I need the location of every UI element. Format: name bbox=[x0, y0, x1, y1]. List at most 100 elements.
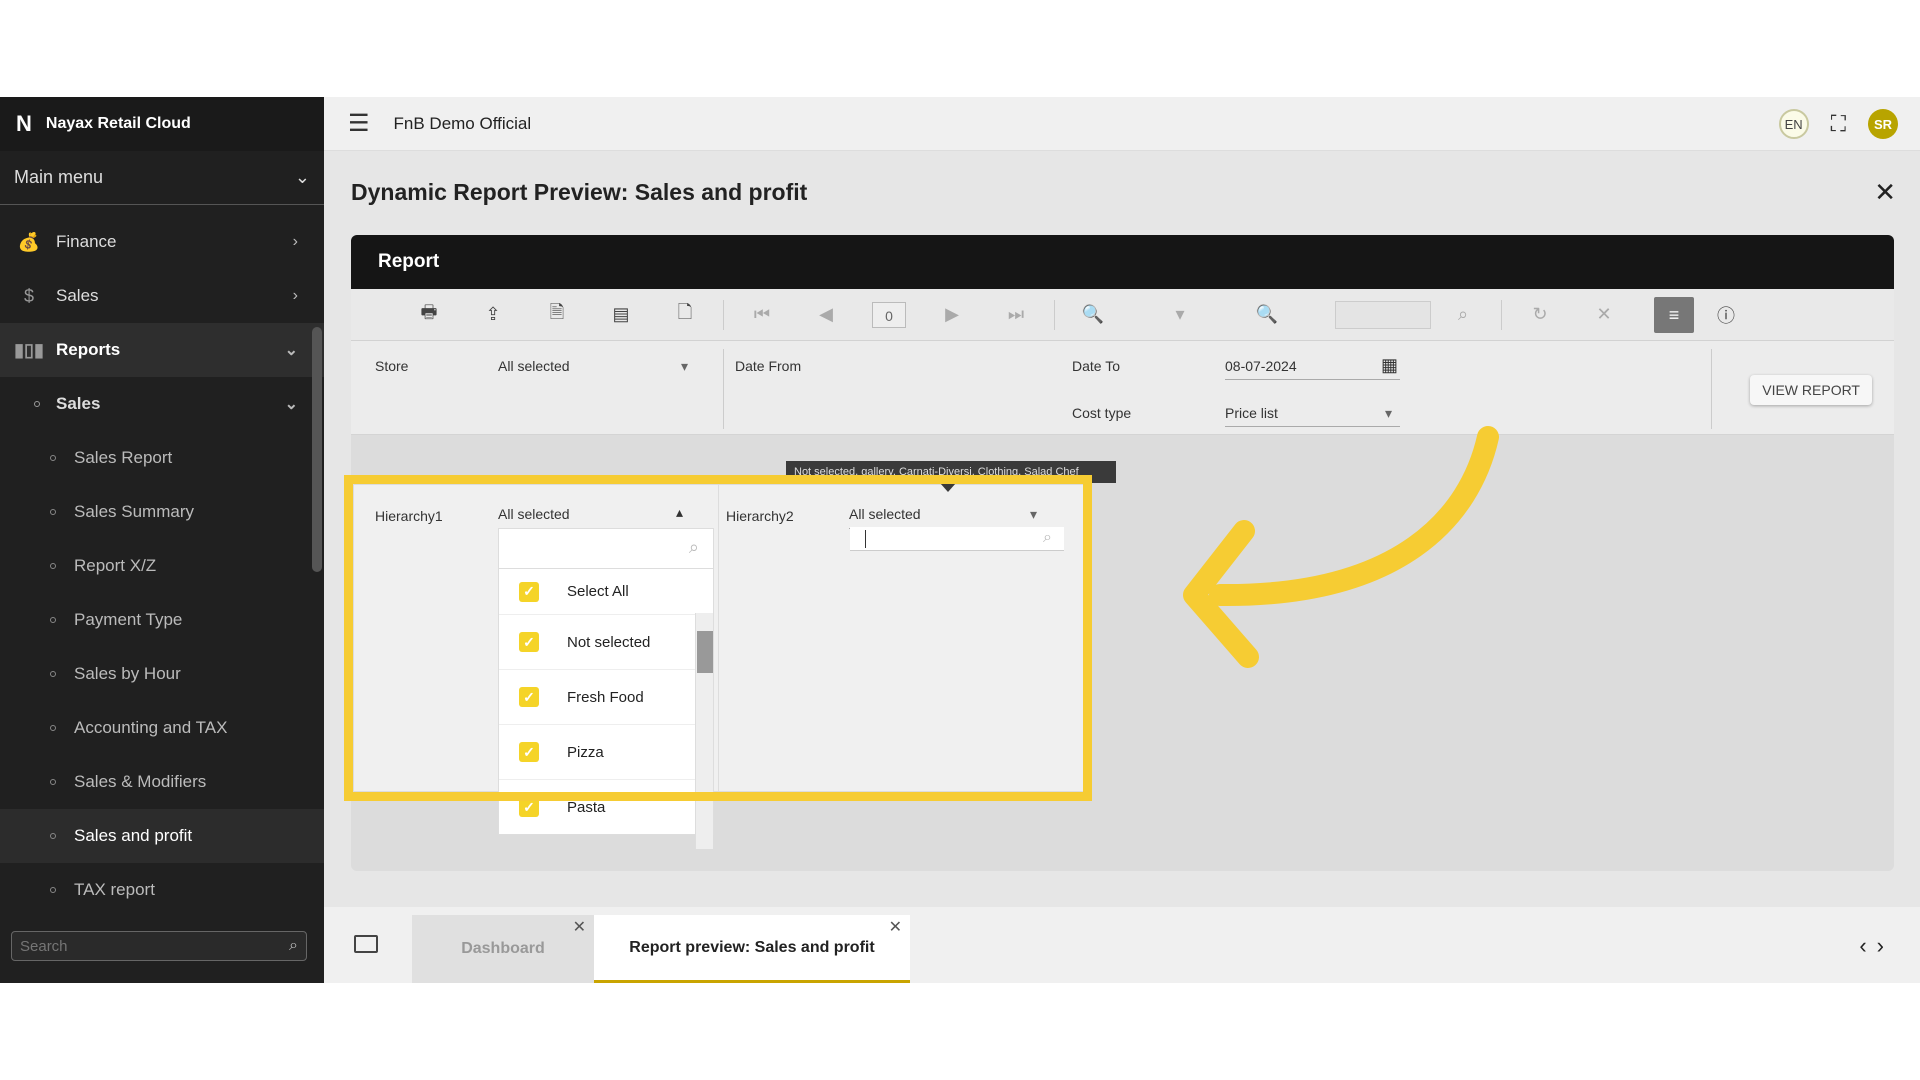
bullet-icon bbox=[50, 833, 56, 839]
checkbox-checked-icon[interactable]: ✓ bbox=[519, 632, 539, 652]
first-page-icon[interactable]: ⏮ bbox=[730, 304, 794, 325]
filter-icon[interactable]: ≡ bbox=[1654, 296, 1694, 333]
sidebar-leaf-label: Sales & Modifiers bbox=[74, 772, 207, 791]
calendar-icon[interactable]: ▦ bbox=[1381, 355, 1398, 376]
preview-icon[interactable]: 🗎 bbox=[525, 300, 589, 330]
option-label: Pasta bbox=[567, 798, 606, 816]
dropdown-scroll-thumb[interactable] bbox=[697, 631, 713, 673]
tab-label: Dashboard bbox=[461, 940, 545, 957]
sidebar-item-label: Reports bbox=[56, 340, 121, 359]
store-label: Store bbox=[375, 358, 409, 374]
sidebar-search-input[interactable] bbox=[20, 937, 290, 955]
select-all-option[interactable]: ✓ Select All bbox=[499, 569, 713, 615]
chevron-right-icon: › bbox=[292, 287, 298, 304]
info-icon[interactable]: ⓘ bbox=[1694, 302, 1758, 328]
top-bar-actions: EN ⛶ SR bbox=[1778, 109, 1898, 139]
main-menu-toggle[interactable]: Main menu ⌄ bbox=[0, 151, 324, 205]
prev-page-icon[interactable]: ◀ bbox=[794, 304, 858, 325]
hierarchy2-search-input[interactable]: ⌕ bbox=[850, 527, 1064, 551]
sidebar-leaf-accounting-tax[interactable]: Accounting and TAX bbox=[0, 701, 324, 755]
print-icon[interactable]: 🖶 bbox=[397, 300, 461, 330]
tab-report-preview[interactable]: Report preview: Sales and profit ✕ bbox=[594, 915, 910, 983]
app-window: N Nayax Retail Cloud Main menu ⌄ 💰 Finan… bbox=[0, 97, 1920, 983]
sidebar-leaf-report-xz[interactable]: Report X/Z bbox=[0, 539, 324, 593]
document-settings-icon[interactable]: 🗋 bbox=[653, 300, 717, 330]
sidebar-leaf-label: Sales Summary bbox=[74, 502, 194, 521]
view-report-button[interactable]: VIEW REPORT bbox=[1750, 375, 1872, 405]
chevron-right-icon[interactable]: › bbox=[1877, 933, 1894, 958]
bullet-icon bbox=[50, 779, 56, 785]
zoom-dropdown[interactable]: ▾ bbox=[1125, 304, 1235, 325]
user-avatar[interactable]: SR bbox=[1868, 109, 1898, 139]
bullet-icon bbox=[50, 617, 56, 623]
sidebar-item-reports[interactable]: ▮▯▮ Reports ⌄ bbox=[0, 323, 324, 377]
close-icon[interactable]: ✕ bbox=[573, 917, 586, 937]
hierarchy2-label: Hierarchy2 bbox=[726, 508, 794, 524]
chevron-down-icon[interactable]: ▾ bbox=[1030, 506, 1037, 523]
close-icon[interactable]: ✕ bbox=[889, 917, 902, 937]
checkbox-checked-icon[interactable]: ✓ bbox=[519, 742, 539, 762]
sidebar-leaf-payment-type[interactable]: Payment Type bbox=[0, 593, 324, 647]
fullscreen-icon[interactable]: ⛶ bbox=[1831, 111, 1846, 137]
cost-type-label: Cost type bbox=[1072, 405, 1132, 421]
sidebar-leaf-sales-profit[interactable]: Sales and profit bbox=[0, 809, 324, 863]
sidebar-scrollbar[interactable] bbox=[312, 327, 322, 572]
search-icon[interactable]: ⌕ bbox=[289, 937, 298, 955]
export-icon[interactable]: ⇪ bbox=[461, 304, 525, 325]
chevron-right-icon: › bbox=[292, 233, 298, 250]
sidebar-item-sales[interactable]: $ Sales › bbox=[0, 269, 324, 323]
bullet-icon bbox=[50, 725, 56, 731]
document-icon[interactable]: ▤ bbox=[589, 304, 653, 325]
language-selector[interactable]: EN bbox=[1778, 109, 1809, 139]
chevron-up-icon[interactable]: ▴ bbox=[676, 504, 683, 521]
chevron-down-icon[interactable]: ▾ bbox=[681, 358, 688, 375]
report-search-input[interactable] bbox=[1335, 300, 1431, 329]
hamburger-menu-icon[interactable]: ☰ bbox=[348, 109, 370, 138]
sidebar-leaf-sales-modifiers[interactable]: Sales & Modifiers bbox=[0, 755, 324, 809]
close-icon[interactable]: ✕ bbox=[1874, 177, 1896, 208]
pointer-arrow-icon bbox=[1183, 426, 1499, 668]
sidebar-leaf-sales-by-hour[interactable]: Sales by Hour bbox=[0, 647, 324, 701]
date-to-input[interactable]: 08-07-2024 bbox=[1225, 358, 1297, 374]
next-page-icon[interactable]: ▶ bbox=[920, 304, 984, 325]
bullet-icon bbox=[50, 563, 56, 569]
sidebar-leaf-sales-summary[interactable]: Sales Summary bbox=[0, 485, 324, 539]
dropdown-option[interactable]: ✓ Not selected bbox=[499, 615, 713, 670]
hierarchy2-select[interactable]: All selected bbox=[849, 506, 921, 522]
bullet-icon bbox=[50, 671, 56, 677]
param-divider bbox=[723, 349, 724, 429]
zoom-out-icon[interactable]: 🔍 bbox=[1061, 304, 1125, 325]
cancel-icon[interactable]: ✕ bbox=[1572, 304, 1636, 325]
chevron-down-icon: ⌄ bbox=[294, 167, 310, 187]
sidebar-item-finance[interactable]: 💰 Finance › bbox=[0, 215, 324, 269]
finance-icon: 💰 bbox=[17, 231, 41, 252]
store-select[interactable]: All selected bbox=[498, 358, 570, 374]
search-icon[interactable]: ⌕ bbox=[1431, 304, 1495, 325]
search-icon[interactable]: ⌕ bbox=[1043, 529, 1052, 547]
tab-dashboard[interactable]: Dashboard ✕ bbox=[412, 915, 594, 983]
sidebar-leaf-label: TAX report bbox=[74, 880, 155, 899]
windows-icon[interactable] bbox=[354, 935, 378, 953]
sidebar-leaf-tax-report[interactable]: TAX report bbox=[0, 863, 324, 917]
sidebar-subitem-sales[interactable]: Sales ⌄ bbox=[0, 377, 324, 431]
checkbox-checked-icon[interactable]: ✓ bbox=[519, 687, 539, 707]
dropdown-option[interactable]: ✓ Pizza bbox=[499, 725, 713, 780]
main-menu-label: Main menu bbox=[14, 167, 104, 187]
hierarchy1-select[interactable]: All selected bbox=[498, 506, 570, 522]
dropdown-option[interactable]: ✓ Fresh Food bbox=[499, 670, 713, 725]
checkbox-checked-icon[interactable]: ✓ bbox=[519, 581, 539, 602]
page-number-input[interactable]: 0 bbox=[872, 301, 906, 328]
dropdown-scrollbar[interactable] bbox=[695, 613, 713, 849]
last-page-icon[interactable]: ⏭ bbox=[984, 304, 1048, 325]
dropdown-search[interactable]: ⌕ bbox=[499, 529, 713, 569]
sidebar-leaf-sales-report[interactable]: Sales Report bbox=[0, 431, 324, 485]
chevron-left-icon[interactable]: ‹ bbox=[1859, 933, 1876, 958]
checkbox-checked-icon[interactable]: ✓ bbox=[519, 797, 539, 817]
selection-tooltip: Not selected, gallery, Carnati-Diversi, … bbox=[786, 461, 1116, 483]
text-cursor bbox=[865, 530, 866, 548]
dropdown-option[interactable]: ✓ Pasta bbox=[499, 780, 713, 834]
zoom-in-icon[interactable]: 🔍 bbox=[1235, 304, 1299, 325]
search-icon[interactable]: ⌕ bbox=[689, 537, 699, 558]
bullet-icon bbox=[34, 401, 40, 407]
refresh-icon[interactable]: ↻ bbox=[1508, 304, 1572, 325]
